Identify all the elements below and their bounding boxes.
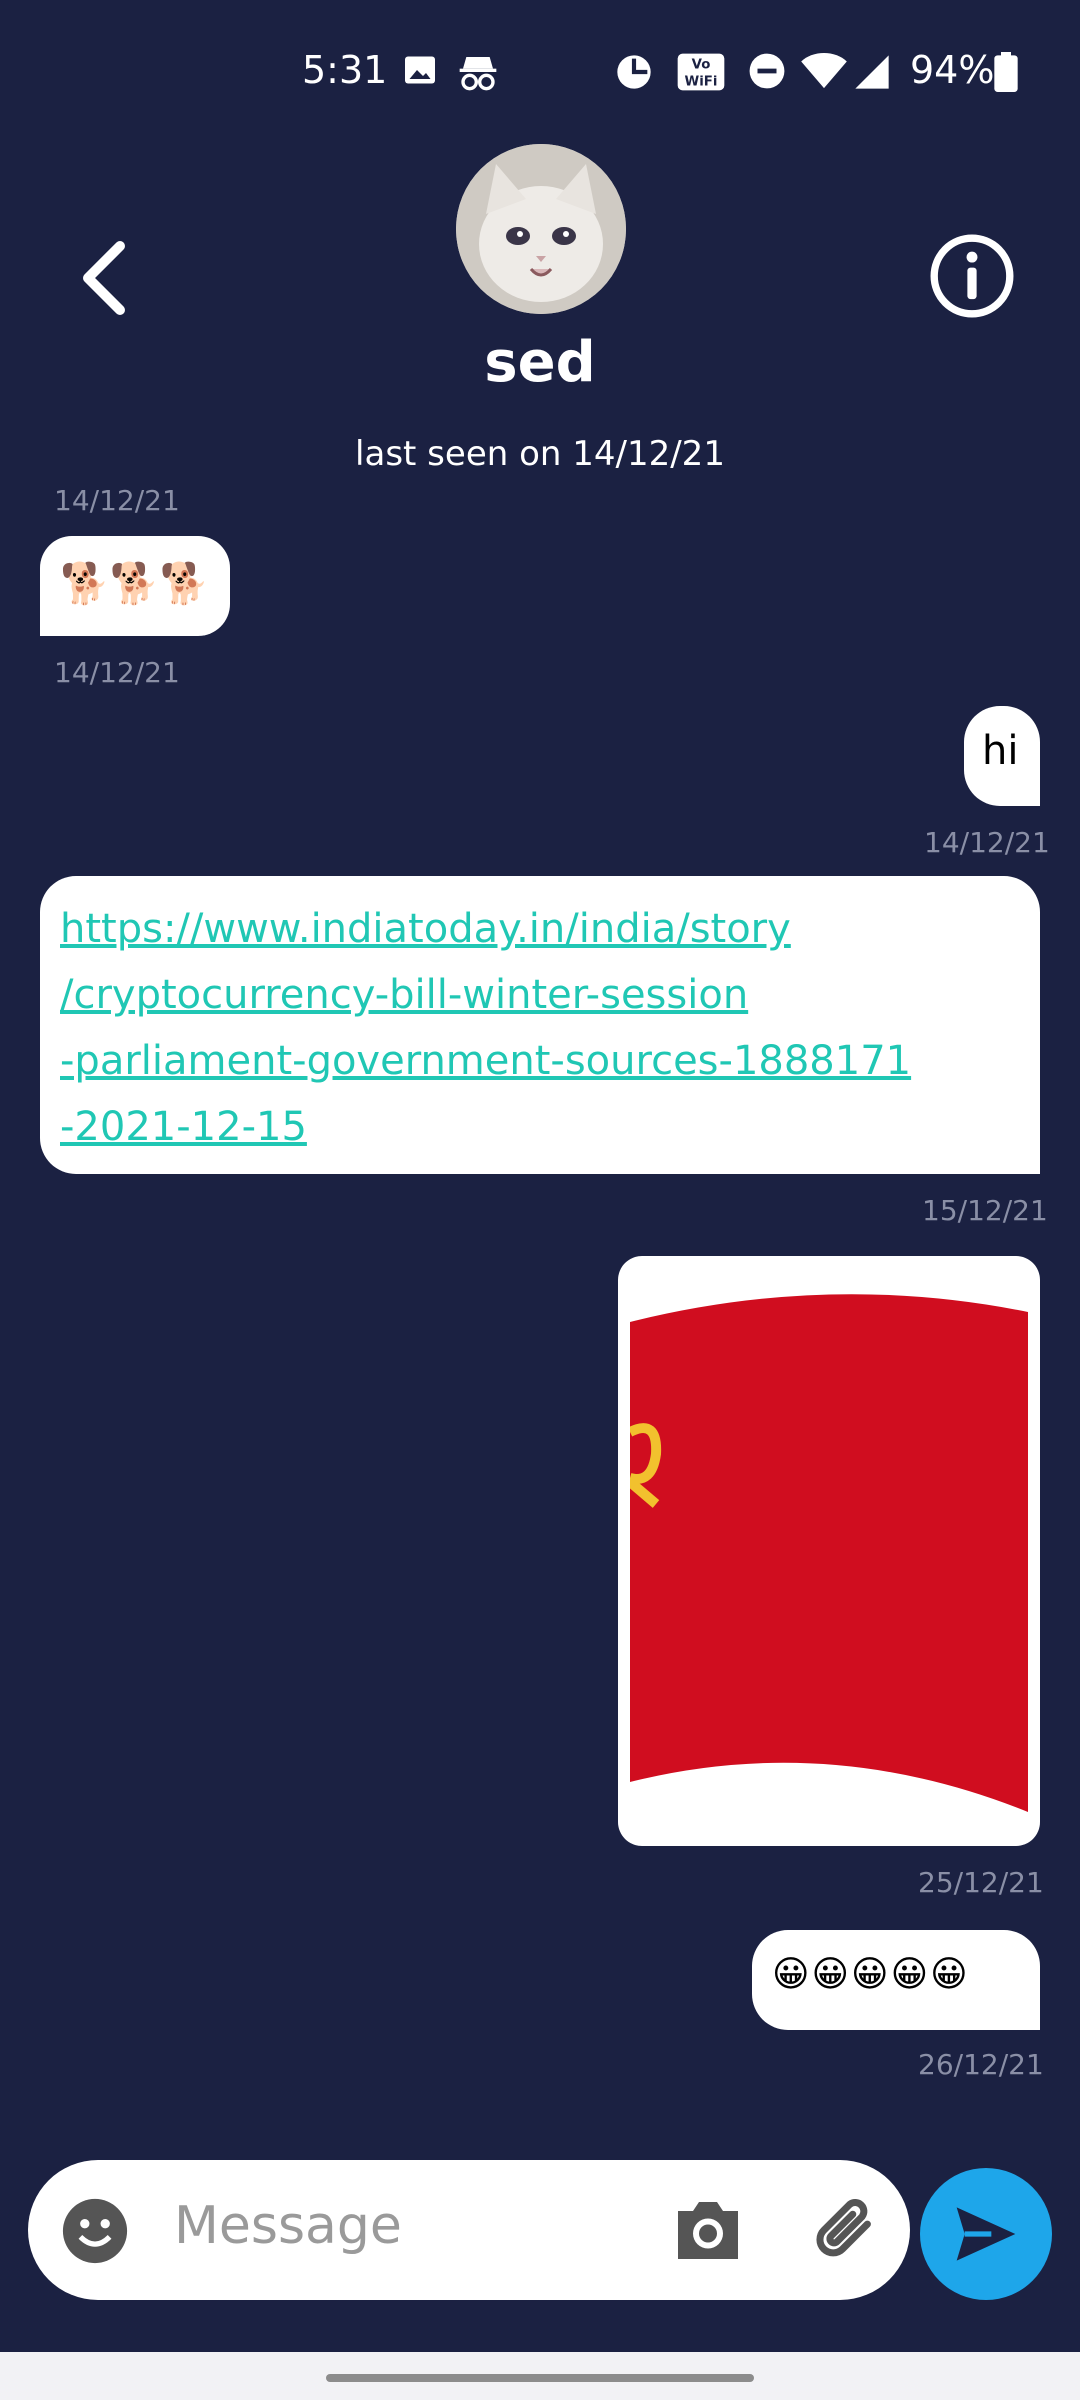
send-icon	[956, 2207, 1016, 2261]
svg-text:Vo: Vo	[692, 58, 711, 73]
status-time: 5:31	[302, 48, 388, 92]
status-bar: 5:31 Vo WiFi 94%	[0, 0, 1080, 140]
message-timestamp: 26/12/21	[918, 2048, 1044, 2081]
link-line[interactable]: -parliament-government-sources-1888171	[60, 1028, 911, 1094]
contact-name[interactable]: sed	[0, 330, 1080, 395]
link-line[interactable]: /cryptocurrency-bill-winter-session	[60, 962, 911, 1028]
contact-avatar[interactable]	[456, 144, 626, 314]
link-line[interactable]: -2021-12-15	[60, 1094, 911, 1160]
message-timestamp: 14/12/21	[924, 826, 1050, 859]
message-composer	[28, 2160, 910, 2300]
message-timestamp: 15/12/21	[922, 1194, 1048, 1227]
battery-percent: 94%	[910, 48, 995, 92]
message-bubble-link[interactable]: https://www.indiatoday.in/india/story /c…	[40, 876, 1040, 1174]
message-text: hi	[982, 728, 1019, 774]
home-gesture-pill[interactable]	[326, 2374, 754, 2382]
back-arrow-icon[interactable]	[72, 238, 132, 318]
incognito-icon	[459, 57, 497, 91]
message-input[interactable]: Message	[174, 2196, 402, 2256]
message-timestamp: 25/12/21	[918, 1866, 1044, 1899]
message-timestamp: 14/12/21	[54, 656, 180, 689]
message-timestamp: 14/12/21	[54, 484, 180, 517]
message-bubble-incoming[interactable]: 🐕🐕🐕	[40, 536, 230, 636]
wifi-icon	[801, 52, 847, 89]
camera-icon[interactable]	[672, 2196, 744, 2262]
message-image-bubble[interactable]	[618, 1256, 1040, 1846]
message-bubble-outgoing[interactable]: 😀😀😀😀😀	[752, 1930, 1040, 2030]
emoji-icon[interactable]	[60, 2196, 130, 2266]
dnd-icon	[749, 53, 785, 89]
battery-icon	[994, 52, 1018, 92]
message-bubble-outgoing[interactable]: hi	[964, 706, 1040, 806]
info-icon[interactable]	[930, 234, 1014, 318]
svg-text:WiFi: WiFi	[685, 74, 718, 89]
message-text: 😀😀😀😀😀	[772, 1954, 970, 1995]
cat-avatar-image	[456, 144, 626, 314]
vowifi-icon: VoWiFi	[677, 53, 725, 91]
attachment-icon[interactable]	[808, 2192, 880, 2268]
message-text: 🐕🐕🐕	[60, 561, 210, 607]
send-button[interactable]	[920, 2168, 1052, 2300]
link-line[interactable]: https://www.indiatoday.in/india/story	[60, 896, 911, 962]
signal-icon	[855, 55, 889, 89]
image-icon	[405, 56, 435, 84]
data-saver-icon	[617, 55, 651, 89]
red-flag-image	[630, 1294, 1028, 1812]
last-seen-status: last seen on 14/12/21	[355, 434, 725, 474]
